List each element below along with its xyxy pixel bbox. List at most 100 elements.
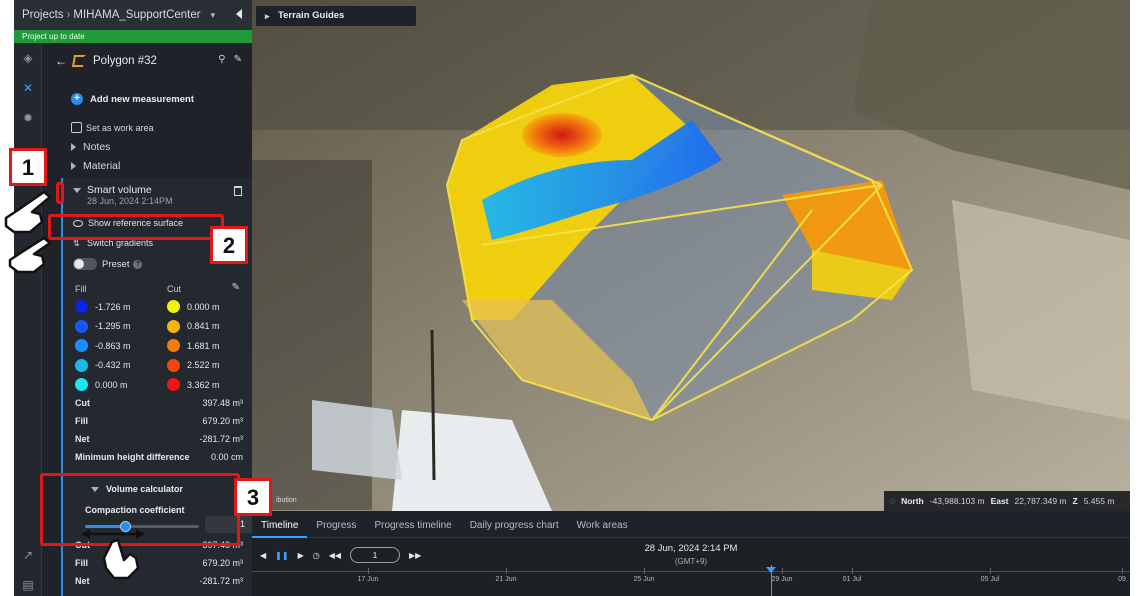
measurement-title-row: ← Polygon #32 ⚲ ✎ [43,51,252,71]
timeline-tick-mark [990,568,991,574]
preset-label: Preset [102,258,130,270]
fill-scale-row: -0.432 m [75,358,131,372]
expand-material-icon[interactable] [71,162,76,170]
tab-progress[interactable]: Progress [307,520,365,537]
timeline-tick-label: 01 Jul [842,576,862,583]
project-dropdown-icon[interactable]: ▾ [211,10,216,21]
timeline-current-date: 28 Jun, 2024 2:14 PM [644,543,738,554]
step-2-badge: 2 [210,226,248,264]
collapse-panel-icon[interactable] [236,9,242,19]
stat-cut-label: Cut [75,398,90,408]
fill-scale-row: -0.863 m [75,339,131,352]
fill-scale-value: 0.000 m [95,379,128,390]
smart-volume-date: 28 Jun, 2024 2:14PM [87,196,173,206]
fill-color-swatch [75,300,88,313]
measure-tools-icon[interactable]: ✕ [21,81,35,95]
set-work-area-label: Set as work area [86,122,154,133]
material-section[interactable]: Material [71,160,120,172]
external-link-icon[interactable]: ↗ [21,548,35,562]
cut-scale-value: 0.000 m [187,301,220,312]
timeline-cursor-handle[interactable] [766,567,776,573]
pointing-hand-icon-1 [4,190,52,234]
stat-min-height-value: 0.00 cm [210,452,243,462]
notes-label: Notes [83,141,111,153]
trash-icon[interactable] [234,186,242,196]
breadcrumb-project[interactable]: MIHAMA_SupportCenter [73,9,200,21]
plus-circle-icon: + [71,93,83,105]
cut-scale-value: 1.681 m [187,340,220,351]
east-value: 22,787.349 m [1014,496,1067,506]
lower-stat-net-value: -281.72 m³ [199,576,243,586]
fill-scale-value: -0.863 m [95,340,131,351]
help-icon[interactable]: ? [133,259,143,269]
breadcrumb-separator: › [66,9,71,21]
project-status-bar: Project up to date [14,30,252,43]
preset-toggle[interactable] [73,258,97,270]
tab-work-areas[interactable]: Work areas [568,520,637,537]
east-label: East [990,496,1009,506]
stat-net-label: Net [75,434,90,444]
fill-color-swatch [75,378,88,391]
search-icon[interactable]: ⚲ [218,54,225,65]
timeline-tick-mark [782,568,783,574]
cut-scale-row: 0.841 m [167,319,220,333]
edit-pencil-icon[interactable]: ✎ [234,54,242,65]
timeline-timezone: (GMT+9) [674,557,708,566]
stat-cut: Cut 397.48 m³ [75,398,243,408]
export-file-icon[interactable]: ▤ [21,578,35,592]
timeline-tick-label: 21 Jun [495,576,517,583]
fill-scale-row: -1.295 m [75,319,131,333]
settings-gear-icon[interactable]: ✹ [21,111,35,125]
cut-scale-row: 3.362 m [167,378,220,391]
map-viewport[interactable]: Terrain Guides ibution ◌ North -43,988.1… [252,0,1130,511]
smart-volume-title: Smart volume [87,184,152,196]
stat-min-height-label: Minimum height difference [75,452,190,462]
timeline-tick-label: 29 Jun [771,576,793,583]
tab-daily-progress-chart[interactable]: Daily progress chart [461,520,568,537]
fill-color-swatch [75,358,88,372]
timeline-tabs: Timeline Progress Progress timeline Dail… [252,511,1130,538]
notes-section[interactable]: Notes [71,141,110,153]
cut-color-swatch [167,319,180,333]
expand-notes-icon[interactable] [71,143,76,151]
edit-scale-pencil-icon[interactable]: ✎ [232,282,240,293]
preset-row: Preset ? [73,258,143,270]
fill-scale-value: -0.432 m [95,360,131,370]
timeline-tick-label: 17 Jun [357,576,379,583]
cut-color-swatch [167,300,180,313]
tool-rail: ◈ ✕ ✹ ↗ ▤ [14,43,42,596]
map-attribution[interactable]: ibution [276,497,297,504]
terrain-render [252,0,1130,511]
cut-scale-row: 0.000 m [167,300,220,313]
timeline-tick-mark [644,568,645,574]
tab-timeline[interactable]: Timeline [252,520,308,538]
fill-scale-value: -1.726 m [95,301,131,312]
set-work-area-row[interactable]: Set as work area [71,122,154,133]
add-measurement-button[interactable]: + Add new measurement [71,93,194,105]
cut-heading: Cut [167,284,182,294]
terrain-guides-badge[interactable]: Terrain Guides [256,6,416,26]
fill-heading: Fill [75,284,87,294]
measurement-title: Polygon #32 [93,55,157,67]
stat-cut-value: 397.48 m³ [202,398,243,408]
add-measurement-label: Add new measurement [90,93,194,105]
z-label: Z [1072,496,1078,506]
back-arrow-icon[interactable]: ← [55,54,67,68]
stat-fill: Fill 679.20 m³ [75,416,243,426]
timeline-tick-mark [1122,568,1123,574]
work-area-checkbox[interactable] [71,122,82,133]
collapse-smart-volume-icon[interactable] [73,188,81,193]
timeline-tick-mark [852,568,853,574]
stat-net-value: -281.72 m³ [199,434,243,444]
breadcrumb-projects[interactable]: Projects [22,9,64,21]
tab-progress-timeline[interactable]: Progress timeline [365,520,460,537]
stat-min-height: Minimum height difference 0.00 cm [75,452,243,462]
cut-color-swatch [167,358,180,372]
step-1-badge: 1 [9,148,47,186]
loading-spinner-icon: ◌ [890,496,896,506]
layers-icon[interactable]: ◈ [21,51,35,65]
cut-scale-row: 2.522 m [167,358,220,372]
timeline-axis [252,571,1130,572]
material-label: Material [83,160,121,172]
step-3-badge: 3 [234,478,272,516]
